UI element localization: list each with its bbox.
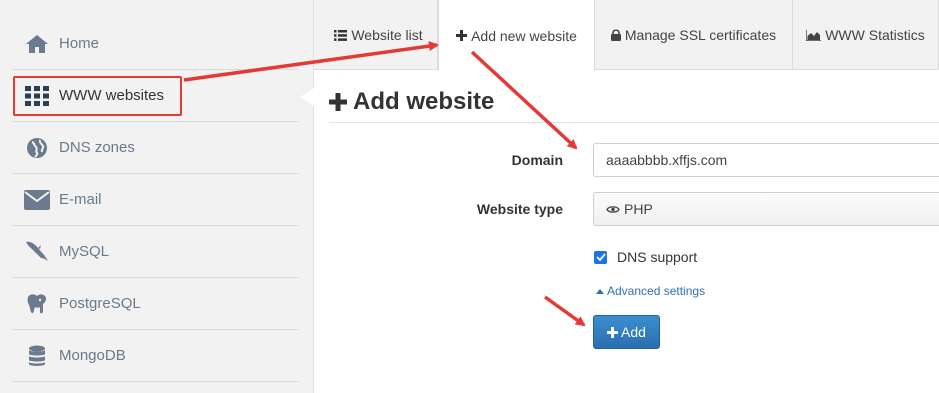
globe-icon [24,135,50,161]
website-type-value: PHP [624,201,653,217]
eye-icon [606,205,620,214]
dolphin-icon [24,239,50,265]
active-pointer [300,88,314,106]
tab-label: Website list [351,27,423,43]
lock-icon [610,29,621,41]
website-type-select[interactable]: PHP [593,192,939,226]
sidebar-item-postgresql[interactable]: PostgreSQL [12,278,299,330]
tab-label: Add new website [471,27,577,44]
area-chart-icon [806,29,822,41]
grid-icon [24,83,50,109]
dns-support-label: DNS support [617,249,698,265]
dns-support-checkbox[interactable]: DNS support [593,249,697,265]
home-icon [24,31,50,57]
sidebar-item-label: Home [59,35,100,52]
caret-up-icon [596,288,604,294]
sidebar-item-home[interactable]: Home [12,18,299,70]
domain-label: Domain [511,152,563,168]
list-icon [334,29,348,41]
plus-icon [456,30,468,41]
add-button[interactable]: Add [593,315,660,349]
tab-www-statistics[interactable]: WWW Statistics [793,0,939,70]
sidebar-item-mongodb[interactable]: MongoDB [12,330,299,382]
sidebar: Home WWW websites DNS zones E-mail MySQL [0,0,314,393]
website-type-label: Website type [476,201,563,217]
sidebar-item-label: E-mail [59,191,102,208]
sidebar-item-dns-zones[interactable]: DNS zones [12,122,299,174]
tab-bar: Website list Add new website Manage SSL … [314,0,939,71]
tab-add-new-website[interactable]: Add new website [438,0,595,71]
sidebar-item-www-websites[interactable]: WWW websites [12,70,299,122]
sidebar-item-label: MySQL [59,243,110,260]
tab-website-list[interactable]: Website list [314,0,438,70]
sidebar-item-label: DNS zones [59,139,135,156]
envelope-icon [24,187,50,213]
tab-label: WWW Statistics [825,27,925,43]
page-title: Add website [329,88,494,116]
sidebar-item-mysql[interactable]: MySQL [12,226,299,278]
domain-input[interactable] [593,143,939,177]
plus-icon [329,93,347,111]
plus-icon [607,326,619,338]
tab-manage-ssl[interactable]: Manage SSL certificates [595,0,793,70]
tab-label: Manage SSL certificates [624,27,777,43]
elephant-icon [24,291,50,317]
add-button-label: Add [621,324,646,340]
sidebar-item-email[interactable]: E-mail [12,174,299,226]
checkbox-checked-icon[interactable] [594,250,607,264]
page-title-text: Add website [353,88,495,115]
sidebar-item-label: PostgreSQL [59,295,141,312]
database-icon [24,343,50,369]
advanced-settings-label: Advanced settings [607,284,706,298]
advanced-settings-link[interactable]: Advanced settings [596,284,705,298]
divider [329,122,939,123]
sidebar-item-label: WWW websites [59,87,164,104]
arrow-to-add-button [543,295,586,327]
sidebar-item-label: MongoDB [59,347,126,364]
